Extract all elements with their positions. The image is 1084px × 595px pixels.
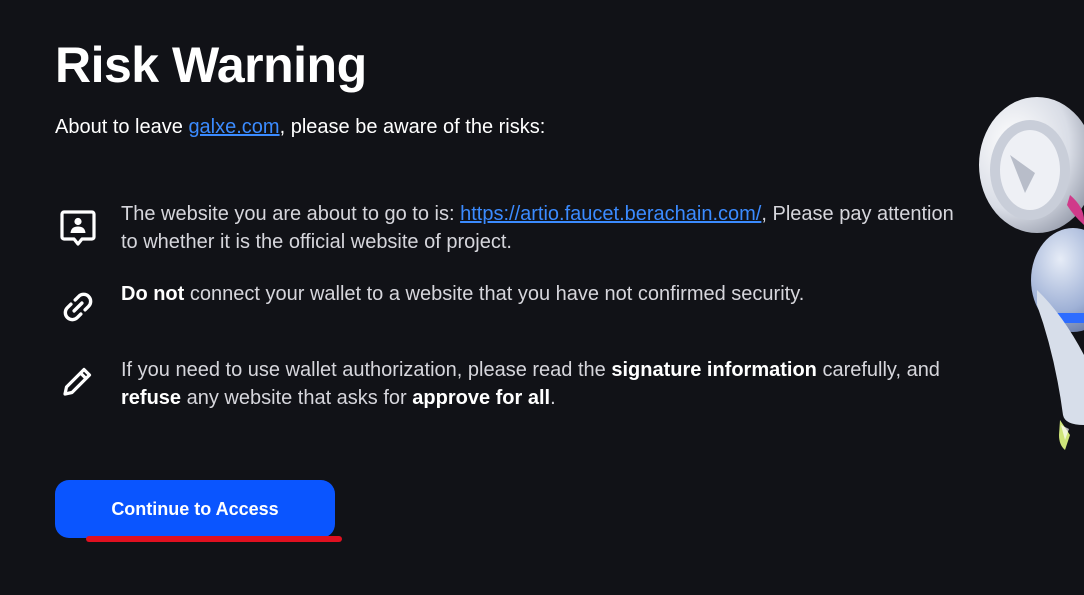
risk-3-text-4: . [550, 387, 556, 409]
risk-1-text-before: The website you are about to go to is: [121, 203, 461, 225]
subtitle-suffix: , please be aware of the risks: [279, 116, 546, 138]
risk-3-bold-refuse: refuse [121, 387, 182, 409]
annotation-underline [86, 536, 342, 542]
target-website-link[interactable]: https://artio.faucet.berachain.com/ [460, 203, 761, 225]
pencil-icon [55, 358, 101, 404]
risk-text-2: Do not connect your wallet to a website … [121, 280, 961, 308]
risk-3-text-1: If you need to use wallet authorization,… [121, 359, 612, 381]
link-icon [55, 284, 101, 330]
risk-2-bold-do-not: Do not [121, 283, 185, 305]
risk-3-text-2: carefully, and [816, 359, 940, 381]
subtitle: About to leave galxe.com, please be awar… [55, 114, 545, 140]
risk-2-text: connect your wallet to a website that yo… [184, 283, 805, 305]
page-title: Risk Warning [55, 37, 367, 93]
continue-to-access-button[interactable]: Continue to Access [55, 480, 335, 538]
subtitle-prefix: About to leave [55, 116, 189, 138]
risk-3-bold-approve: approve for all [412, 387, 551, 409]
galxe-link[interactable]: galxe.com [188, 116, 279, 138]
risk-text-3: If you need to use wallet authorization,… [121, 356, 961, 412]
risk-3-bold-signature: signature information [611, 359, 817, 381]
user-badge-icon [55, 204, 101, 250]
risk-3-text-3: any website that asks for [181, 387, 413, 409]
risk-warning-page: Risk Warning About to leave galxe.com, p… [0, 0, 1084, 595]
risk-text-1: The website you are about to go to is: h… [121, 200, 961, 256]
megaphone-mascot-illustration [979, 97, 1084, 450]
